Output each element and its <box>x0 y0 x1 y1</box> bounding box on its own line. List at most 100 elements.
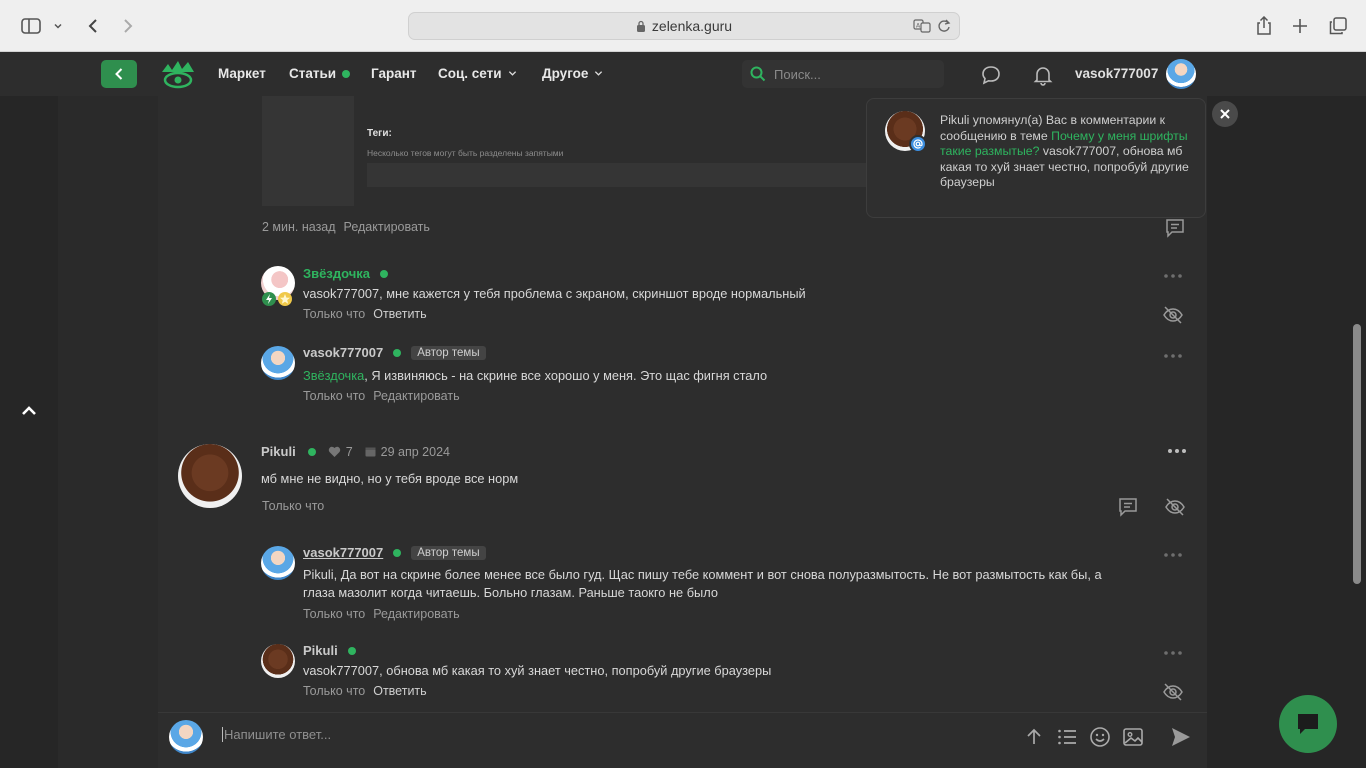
post-text: мб мне не видно, но у тебя вроде все нор… <box>261 471 519 486</box>
post-time: Только что <box>262 499 325 513</box>
eye-off-icon[interactable] <box>1162 681 1184 703</box>
nav-other[interactable]: Другое <box>542 66 603 81</box>
comment-time: Только что <box>303 307 366 321</box>
eye-off-icon[interactable] <box>1164 496 1186 518</box>
page-scrollbar[interactable] <box>1353 324 1361 584</box>
scroll-to-top-icon[interactable] <box>18 400 40 422</box>
nav-market[interactable]: Маркет <box>218 66 266 81</box>
bell-icon[interactable] <box>1032 64 1054 86</box>
reply-link[interactable]: Ответить <box>373 307 426 321</box>
site-logo[interactable] <box>160 58 196 90</box>
sidebar-toggle-icon[interactable] <box>18 13 44 39</box>
online-dot <box>347 646 356 655</box>
browser-toolbar: zelenka.guru A <box>0 0 1366 52</box>
current-username[interactable]: vasok777007 <box>1075 66 1158 81</box>
chat-button[interactable] <box>1279 695 1337 753</box>
nav-social[interactable]: Соц. сети <box>438 66 517 81</box>
post-time: 2 мин. назад <box>262 220 336 234</box>
post-author[interactable]: Pikuli <box>261 444 296 459</box>
lock-icon <box>636 20 645 32</box>
comment-icon[interactable] <box>1117 496 1139 518</box>
search-icon <box>750 66 766 82</box>
avatar[interactable] <box>261 644 295 678</box>
edit-link[interactable]: Редактировать <box>373 607 459 621</box>
more-icon[interactable] <box>1163 273 1183 279</box>
forward-icon[interactable] <box>115 13 141 39</box>
current-user-avatar <box>169 720 203 754</box>
comment-meta: Только что Ответить <box>303 307 435 321</box>
comment-text: vasok777007, мне кажется у тебя проблема… <box>303 286 806 301</box>
chevron-down-icon <box>508 71 516 76</box>
user-avatar[interactable] <box>1166 59 1196 89</box>
back-icon[interactable] <box>80 13 106 39</box>
chat-icon <box>1298 714 1318 734</box>
tags-field <box>367 163 887 187</box>
comment-author[interactable]: Pikuli <box>303 643 338 658</box>
comment-text-line1: Pikuli, Да вот на скрине более менее все… <box>303 567 1102 582</box>
star-badge-icon <box>278 292 292 306</box>
comment-author[interactable]: Звёздочка <box>303 266 370 281</box>
image-upload-icon[interactable] <box>1122 726 1144 748</box>
online-dot <box>393 548 402 557</box>
post-author-avatar[interactable] <box>178 444 242 508</box>
comment-icon[interactable] <box>1164 217 1186 239</box>
avatar[interactable] <box>261 546 295 580</box>
post-edit-link[interactable]: Редактировать <box>344 220 430 234</box>
comment-text: Звёздочка, Я извиняюсь - на скрине все х… <box>303 368 768 383</box>
comment-meta: Только что Редактировать <box>303 389 468 403</box>
mention-link[interactable]: Звёздочка <box>303 368 364 383</box>
site-header: Маркет Статьи Гарант Соц. сети Другое По… <box>0 52 1366 96</box>
new-tab-icon[interactable] <box>1287 13 1313 39</box>
mention-notification[interactable]: Pikuli упомянул(а) Вас в комментарии к с… <box>866 98 1206 218</box>
reply-input[interactable]: Напишите ответ... <box>222 727 331 742</box>
nav-guarantor[interactable]: Гарант <box>371 66 417 81</box>
nav-articles[interactable]: Статьи <box>289 66 351 81</box>
online-dot <box>393 348 402 357</box>
back-button[interactable] <box>101 60 137 88</box>
post-meta: 2 мин. назад Редактировать <box>262 220 438 234</box>
post-date: 29 апр 2024 <box>365 445 450 459</box>
avatar[interactable] <box>261 346 295 380</box>
comment-meta: Только что Ответить <box>303 684 435 698</box>
tags-label: Теги: <box>367 128 392 139</box>
topic-author-badge: Автор темы <box>411 345 486 360</box>
arrow-up-icon[interactable] <box>1023 726 1045 748</box>
list-icon[interactable] <box>1056 726 1078 748</box>
more-icon[interactable] <box>1163 552 1183 558</box>
chevron-down-icon[interactable] <box>48 13 68 39</box>
comment-text-line2: глаза мазолит когда читаешь. Больно глаз… <box>303 585 718 600</box>
comment-time: Только что <box>303 607 366 621</box>
comment-author[interactable]: vasok777007 <box>303 545 383 560</box>
emoji-icon[interactable] <box>1089 726 1111 748</box>
topic-author-badge: Автор темы <box>411 545 486 560</box>
edit-link[interactable]: Редактировать <box>373 389 459 403</box>
online-dot <box>379 269 388 278</box>
new-indicator-dot <box>342 69 351 78</box>
notification-text: Pikuli упомянул(а) Вас в комментарии к с… <box>940 113 1189 189</box>
lightning-badge-icon <box>262 292 276 306</box>
address-bar[interactable]: zelenka.guru A <box>408 12 960 40</box>
left-gutter <box>58 96 158 768</box>
more-icon[interactable] <box>1167 448 1187 454</box>
comment-time: Только что <box>303 389 366 403</box>
comment-text: vasok777007, обнова мб какая то хуй знае… <box>303 663 772 678</box>
share-icon[interactable] <box>1251 13 1277 39</box>
search-input[interactable]: Поиск... <box>742 60 944 88</box>
comment-time: Только что <box>303 684 366 698</box>
mention-at-icon <box>909 135 927 153</box>
messages-icon[interactable] <box>980 64 1002 86</box>
tabs-overview-icon[interactable] <box>1325 13 1351 39</box>
close-notification-button[interactable] <box>1212 101 1238 127</box>
send-icon[interactable] <box>1170 726 1192 748</box>
chevron-left-icon <box>115 68 123 80</box>
more-icon[interactable] <box>1163 353 1183 359</box>
translate-icon[interactable]: A <box>913 18 931 37</box>
heart-icon <box>328 446 340 457</box>
reload-icon[interactable] <box>937 18 951 37</box>
close-icon <box>1220 109 1230 119</box>
more-icon[interactable] <box>1163 650 1183 656</box>
comment-author[interactable]: vasok777007 <box>303 345 383 360</box>
tags-hint: Несколько тегов могут быть разделены зап… <box>367 148 564 158</box>
reply-link[interactable]: Ответить <box>373 684 426 698</box>
eye-off-icon[interactable] <box>1162 304 1184 326</box>
